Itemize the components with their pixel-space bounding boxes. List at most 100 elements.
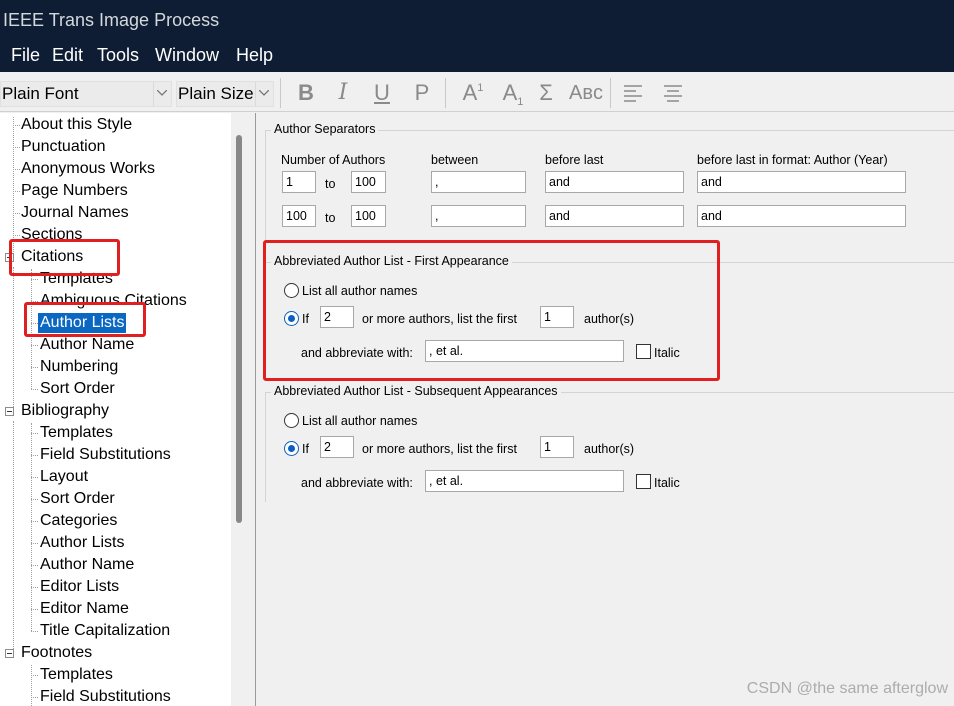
tree-item-citation-templates[interactable]: Templates	[40, 269, 113, 289]
tree-item-bibliography-author-lists[interactable]: Author Lists	[40, 533, 124, 553]
list-first-label: or more authors, list the first	[362, 442, 517, 456]
menu-file[interactable]: File	[11, 43, 40, 67]
tree-connector	[13, 235, 20, 236]
tree-item-bibliography-title-capitalization[interactable]: Title Capitalization	[40, 621, 170, 641]
tree-item-bibliography-editor-name[interactable]: Editor Name	[40, 599, 129, 619]
tree-item-citation-sort-order[interactable]: Sort Order	[40, 379, 115, 399]
min-authors-field[interactable]: 2	[320, 306, 354, 328]
before-last-field[interactable]: and	[545, 171, 684, 193]
tree-item-citations[interactable]: Citations	[21, 247, 83, 267]
align-center-button[interactable]	[662, 78, 684, 108]
size-combo[interactable]: Plain Size	[176, 81, 274, 107]
tree-connector	[31, 675, 38, 676]
list-all-radio[interactable]	[284, 413, 299, 428]
window-title: IEEE Trans Image Process	[3, 10, 220, 30]
list-first-label: or more authors, list the first	[362, 312, 517, 326]
tree-connector	[31, 367, 38, 368]
collapse-icon[interactable]	[5, 407, 14, 416]
watermark: CSDN @the same afterglow	[746, 680, 948, 697]
tree-connector	[31, 433, 38, 434]
font-combo[interactable]: Plain Font	[0, 81, 172, 107]
before-last-format-field[interactable]: and	[697, 171, 906, 193]
italic-button[interactable]: I	[331, 78, 355, 108]
tree-item-citation-author-name[interactable]: Author Name	[40, 335, 134, 355]
plain-button[interactable]: P	[410, 78, 434, 108]
tree-item-bibliography-sort-order[interactable]: Sort Order	[40, 489, 115, 509]
chevron-down-icon[interactable]	[153, 82, 171, 106]
symbol-button[interactable]: Σ	[535, 78, 557, 108]
scrollbar-thumb[interactable]	[236, 135, 242, 523]
before-last-format-field[interactable]: and	[697, 205, 906, 227]
authors-to-field[interactable]: 100	[351, 171, 386, 193]
tree-scrollbar[interactable]	[231, 113, 248, 706]
tree-item-citation-author-lists[interactable]: Author Lists	[38, 313, 127, 333]
italic-checkbox[interactable]	[636, 344, 651, 359]
bold-button[interactable]: B	[294, 78, 318, 108]
list-first-count-field[interactable]: 1	[540, 436, 574, 458]
tree-item-bibliography-layout[interactable]: Layout	[40, 467, 88, 487]
settings-panel: Author Separators Number of Authors betw…	[257, 113, 954, 706]
tree-item-bibliography-field-substitutions[interactable]: Field Substitutions	[40, 445, 171, 465]
before-last-field[interactable]: and	[545, 205, 684, 227]
tree-item-punctuation[interactable]: Punctuation	[21, 137, 106, 157]
smallcaps-button[interactable]: Aʙᴄ	[568, 78, 604, 108]
tree-item-footnote-templates[interactable]: Templates	[40, 665, 113, 685]
tree-item-bibliography-author-name[interactable]: Author Name	[40, 555, 134, 575]
collapse-icon[interactable]	[5, 253, 14, 262]
menu-tools[interactable]: Tools	[97, 43, 139, 67]
to-label: to	[325, 177, 336, 191]
size-combo-value: Plain Size	[178, 84, 254, 103]
list-all-label: List all author names	[302, 414, 418, 428]
tree-item-bibliography-editor-lists[interactable]: Editor Lists	[40, 577, 119, 597]
tree-connector	[13, 213, 20, 214]
authors-to-field[interactable]: 100	[351, 205, 386, 227]
tree-item-page-numbers[interactable]: Page Numbers	[21, 181, 128, 201]
min-authors-field[interactable]: 2	[320, 436, 354, 458]
between-field[interactable]: ,	[431, 171, 526, 193]
italic-label: Italic	[654, 476, 680, 490]
tree-connector	[31, 455, 38, 456]
tree-item-bibliography-templates[interactable]: Templates	[40, 423, 113, 443]
abbreviate-if-radio[interactable]	[284, 441, 299, 456]
panel-splitter[interactable]	[248, 113, 256, 706]
between-field[interactable]: ,	[431, 205, 526, 227]
menu-help[interactable]: Help	[236, 43, 273, 67]
chevron-down-icon[interactable]	[255, 82, 273, 106]
underline-button[interactable]: U	[370, 78, 394, 108]
menu-edit[interactable]: Edit	[52, 43, 83, 67]
tree-item-bibliography[interactable]: Bibliography	[21, 401, 109, 421]
collapse-icon[interactable]	[5, 649, 14, 658]
abbreviate-with-field[interactable]: , et al.	[425, 340, 624, 362]
tree-connector	[31, 279, 38, 280]
subscript-button[interactable]: A1	[498, 78, 528, 108]
authors-from-field[interactable]: 1	[282, 171, 316, 193]
tree-item-footnotes[interactable]: Footnotes	[21, 643, 92, 663]
italic-checkbox[interactable]	[636, 474, 651, 489]
tree-item-anonymous-works[interactable]: Anonymous Works	[21, 159, 155, 179]
author-separators-group: Author Separators Number of Authors betw…	[265, 122, 954, 242]
tree-item-footnote-field-substitutions[interactable]: Field Substitutions	[40, 687, 171, 706]
tree-item-about[interactable]: About this Style	[21, 115, 132, 135]
list-all-radio[interactable]	[284, 283, 299, 298]
menu-window[interactable]: Window	[155, 43, 219, 67]
authors-from-field[interactable]: 100	[282, 205, 316, 227]
abbreviate-if-radio[interactable]	[284, 311, 299, 326]
tree-item-bibliography-categories[interactable]: Categories	[40, 511, 117, 531]
list-first-count-field[interactable]: 1	[540, 306, 574, 328]
abbreviate-with-label: and abbreviate with:	[301, 346, 413, 360]
tree-connector	[31, 697, 38, 698]
window-title-bar: IEEE Trans Image Process	[0, 0, 954, 40]
superscript-button[interactable]: A1	[458, 78, 488, 108]
superscript-letter: A	[462, 80, 478, 105]
tree-item-ambiguous-citations[interactable]: Ambiguous Citations	[40, 291, 187, 311]
tree-item-journal-names[interactable]: Journal Names	[21, 203, 129, 223]
tree-connector	[31, 269, 32, 389]
list-all-label: List all author names	[302, 284, 418, 298]
subsequent-appearances-group: Abbreviated Author List - Subsequent App…	[265, 384, 954, 502]
align-left-button[interactable]	[622, 78, 644, 108]
tree-connector	[31, 665, 32, 706]
tree-connector	[31, 587, 38, 588]
abbreviate-with-field[interactable]: , et al.	[425, 470, 624, 492]
tree-item-sections[interactable]: Sections	[21, 225, 82, 245]
tree-item-citation-numbering[interactable]: Numbering	[40, 357, 118, 377]
